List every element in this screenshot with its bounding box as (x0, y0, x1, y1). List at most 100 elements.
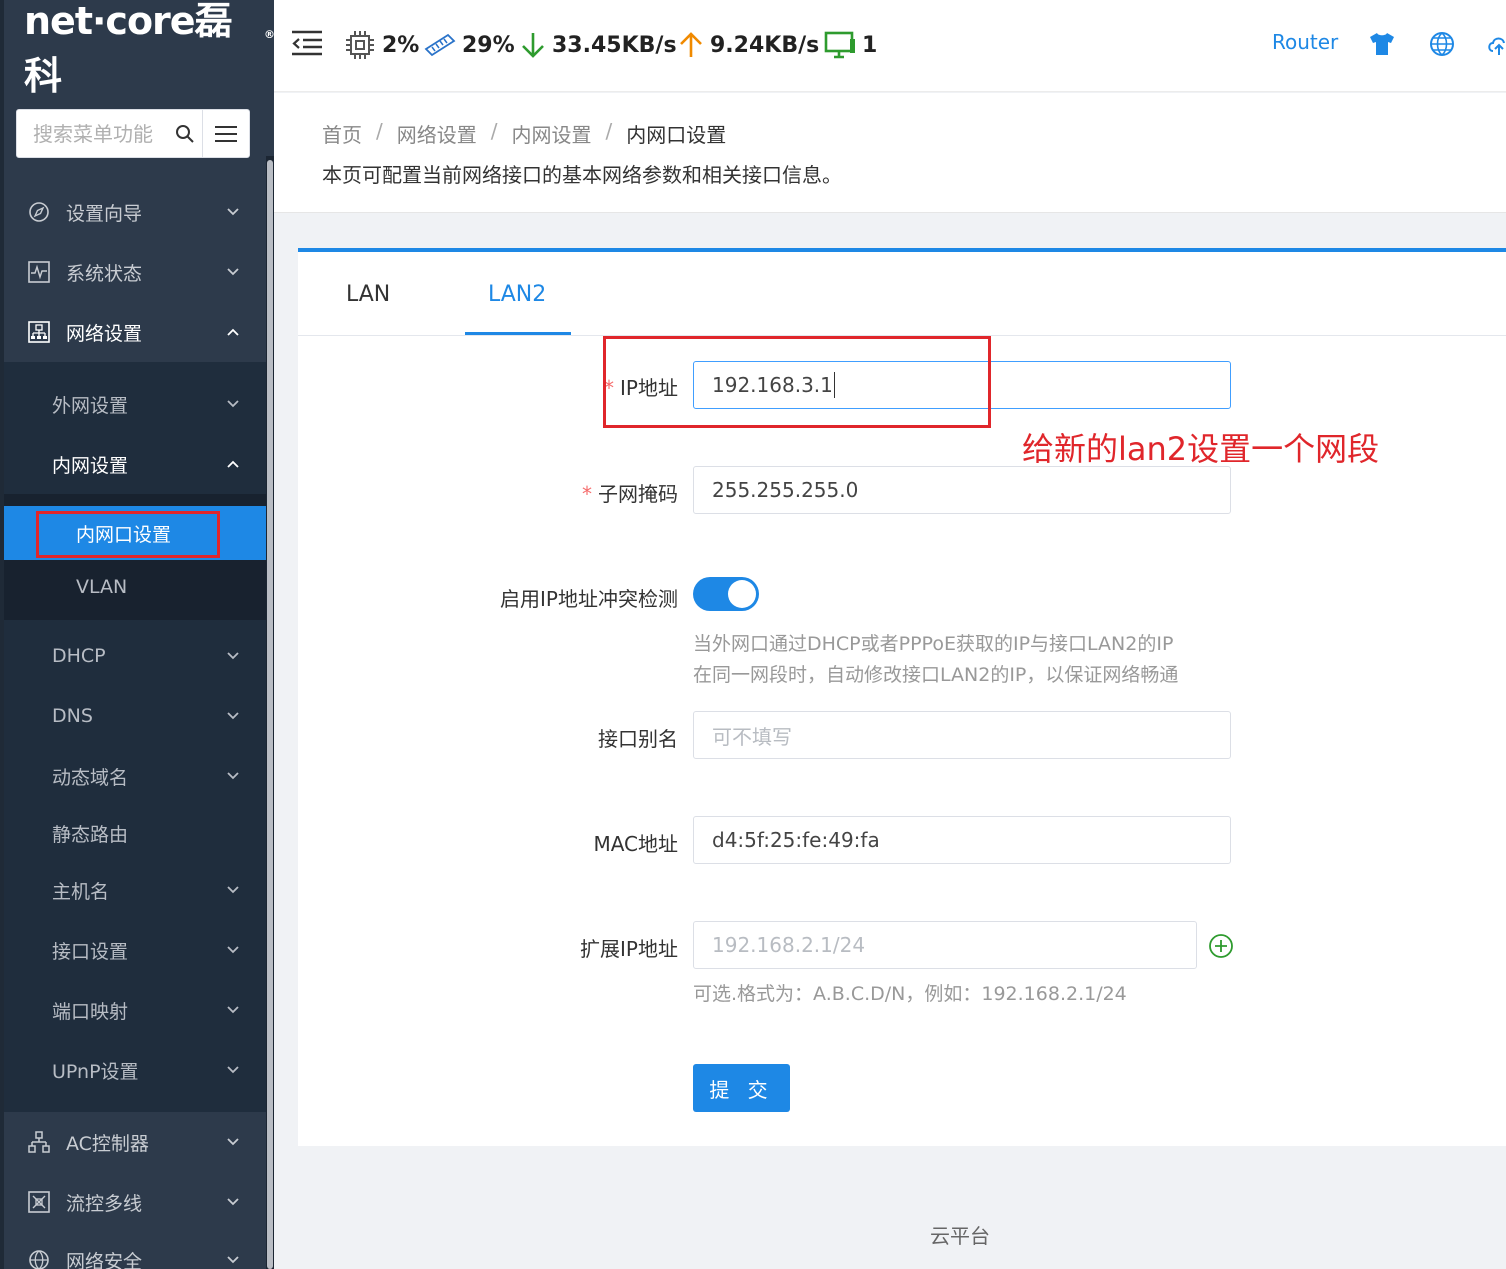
chevron-down-icon (227, 1066, 239, 1074)
breadcrumb: 首页 / 网络设置 / 内网设置 / 内网口设置 (322, 119, 726, 148)
sidebar-item-network-security[interactable]: 网络安全 (4, 1230, 266, 1269)
subnet-mask-label: * 子网掩码 (568, 478, 678, 507)
chevron-down-icon (227, 712, 239, 720)
shield-icon (28, 1249, 50, 1269)
chevron-down-icon (227, 946, 239, 954)
monitor-icon (824, 31, 856, 59)
extended-ip-input[interactable]: 192.168.2.1/24 (693, 921, 1197, 969)
sidebar-item-label: 网络安全 (66, 1250, 143, 1269)
theme-shirt-icon[interactable] (1368, 30, 1396, 58)
breadcrumb-home[interactable]: 首页 (322, 119, 362, 148)
ip-conflict-toggle[interactable] (693, 577, 759, 611)
chevron-down-icon (227, 400, 239, 408)
cpu-value: 2% (382, 32, 420, 58)
sidebar-item-label: 设置向导 (66, 202, 143, 225)
sidebar-item-label: 内网设置 (52, 454, 129, 477)
upload-stat: 9.24KB/s (678, 28, 819, 62)
tab-lan2[interactable]: LAN2 (488, 282, 546, 307)
sidebar-item-label: 主机名 (52, 880, 110, 903)
memory-stat: 29% (424, 28, 515, 62)
mac-address-value: d4:5f:25:fe:49:fa (712, 828, 880, 852)
memory-value: 29% (462, 32, 515, 58)
chevron-down-icon (227, 1198, 239, 1206)
breadcrumb-separator: / (376, 119, 383, 143)
interface-tabs: LAN LAN2 (298, 252, 1506, 336)
sidebar-item-label: 外网设置 (52, 394, 129, 417)
sidebar-item-dns[interactable]: DNS (4, 687, 266, 745)
breadcrumb-lan-settings[interactable]: 内网设置 (512, 119, 592, 148)
ip-conflict-label: 启用IP地址冲突检测 (500, 587, 678, 611)
brand-logo[interactable]: net·core磊科 ® (24, 0, 275, 98)
sidebar-item-port-mapping[interactable]: 端口映射 (4, 981, 266, 1039)
chevron-down-icon (227, 772, 239, 780)
router-link[interactable]: Router (1272, 30, 1338, 54)
sidebar-item-interface[interactable]: 接口设置 (4, 921, 266, 979)
sidebar-item-label: DNS (52, 705, 93, 727)
interface-alias-label: 接口别名 (598, 727, 678, 751)
tab-lan[interactable]: LAN (346, 282, 390, 307)
active-tab-indicator (465, 332, 571, 335)
ip-conflict-hint: 当外网口通过DHCP或者PPPoE获取的IP与接口LAN2的IP 在同一网段时，… (693, 629, 1178, 691)
menu-search-input[interactable] (33, 121, 173, 146)
extended-ip-label: 扩展IP地址 (580, 937, 678, 961)
sidebar-item-static-route[interactable]: 静态路由 (4, 804, 266, 862)
flow-icon (28, 1191, 50, 1213)
upload-value: 9.24KB/s (710, 32, 820, 58)
cpu-icon (344, 29, 376, 61)
sidebar-item-upnp[interactable]: UPnP设置 (4, 1041, 266, 1099)
collapse-menu-icon[interactable] (292, 30, 322, 60)
sidebar-item-system-status[interactable]: 系统状态 (4, 242, 266, 302)
network-icon (28, 321, 50, 343)
page-description: 本页可配置当前网络接口的基本网络参数和相关接口信息。 (322, 163, 842, 187)
interface-alias-placeholder: 可不填写 (712, 724, 792, 749)
sidebar-item-setup-wizard[interactable]: 设置向导 (4, 182, 266, 242)
clients-stat: 1 (824, 28, 877, 62)
language-globe-icon[interactable] (1428, 30, 1456, 58)
ip-conflict-hint-line-1: 当外网口通过DHCP或者PPPoE获取的IP与接口LAN2的IP (693, 633, 1174, 655)
sidebar-item-lan[interactable]: 内网设置 (4, 435, 266, 493)
search-icon[interactable] (173, 124, 196, 144)
subnet-mask-label-text: 子网掩码 (598, 482, 678, 506)
download-value: 33.45KB/s (552, 32, 677, 58)
sidebar-item-ddns[interactable]: 动态域名 (4, 747, 266, 805)
menu-list-icon[interactable] (203, 109, 249, 158)
chevron-down-icon (227, 1006, 239, 1014)
sidebar-item-label: AC控制器 (66, 1132, 149, 1155)
chevron-down-icon (227, 1256, 239, 1264)
toggle-knob (728, 580, 756, 608)
footer-cloud-platform[interactable]: 云平台 (930, 1220, 990, 1249)
sidebar-item-label: UPnP设置 (52, 1060, 139, 1083)
sidebar-item-dhcp[interactable]: DHCP (4, 627, 266, 685)
sidebar-item-label: 系统状态 (66, 262, 143, 285)
compass-icon (28, 201, 50, 223)
chevron-down-icon (227, 208, 239, 216)
download-arrow-icon (520, 31, 546, 59)
sidebar-item-wan[interactable]: 外网设置 (4, 375, 266, 433)
pulse-icon (28, 261, 50, 283)
sidebar-item-label: 接口设置 (52, 940, 129, 963)
subnet-mask-input[interactable]: 255.255.255.0 (693, 466, 1231, 514)
sidebar: net·core磊科® 设置向导 系统状态 网络设置 外网设置 内网设置 内网口… (0, 0, 275, 1269)
sidebar-item-hostname[interactable]: 主机名 (4, 861, 266, 919)
breadcrumb-network-settings[interactable]: 网络设置 (397, 119, 477, 148)
extended-ip-hint: 可选.格式为：A.B.C.D/N，例如：192.168.2.1/24 (693, 983, 1127, 1005)
mac-address-label: MAC地址 (593, 832, 678, 856)
sidebar-item-label: 静态路由 (52, 823, 129, 846)
sidebar-scrollbar-thumb[interactable] (267, 160, 273, 1269)
sidebar-item-flow-control[interactable]: 流控多线 (4, 1172, 266, 1232)
extended-ip-placeholder: 192.168.2.1/24 (712, 933, 866, 957)
chevron-down-icon (227, 268, 239, 276)
sidebar-item-label: 网络设置 (66, 322, 143, 345)
page-header: 首页 / 网络设置 / 内网设置 / 内网口设置 本页可配置当前网络接口的基本网… (274, 93, 1506, 213)
add-circle-icon[interactable] (1208, 933, 1234, 959)
required-mark: * (582, 482, 592, 506)
sidebar-item-label: DHCP (52, 645, 106, 667)
clients-value: 1 (862, 32, 878, 58)
sidebar-item-ac-controller[interactable]: AC控制器 (4, 1112, 266, 1172)
sidebar-item-vlan[interactable]: VLAN (4, 560, 266, 614)
mac-address-input[interactable]: d4:5f:25:fe:49:fa (693, 816, 1231, 864)
sidebar-item-network-settings[interactable]: 网络设置 (4, 302, 266, 362)
submit-button[interactable]: 提 交 (693, 1064, 790, 1112)
interface-alias-input[interactable]: 可不填写 (693, 711, 1231, 759)
cloud-upload-icon[interactable] (1484, 30, 1506, 58)
